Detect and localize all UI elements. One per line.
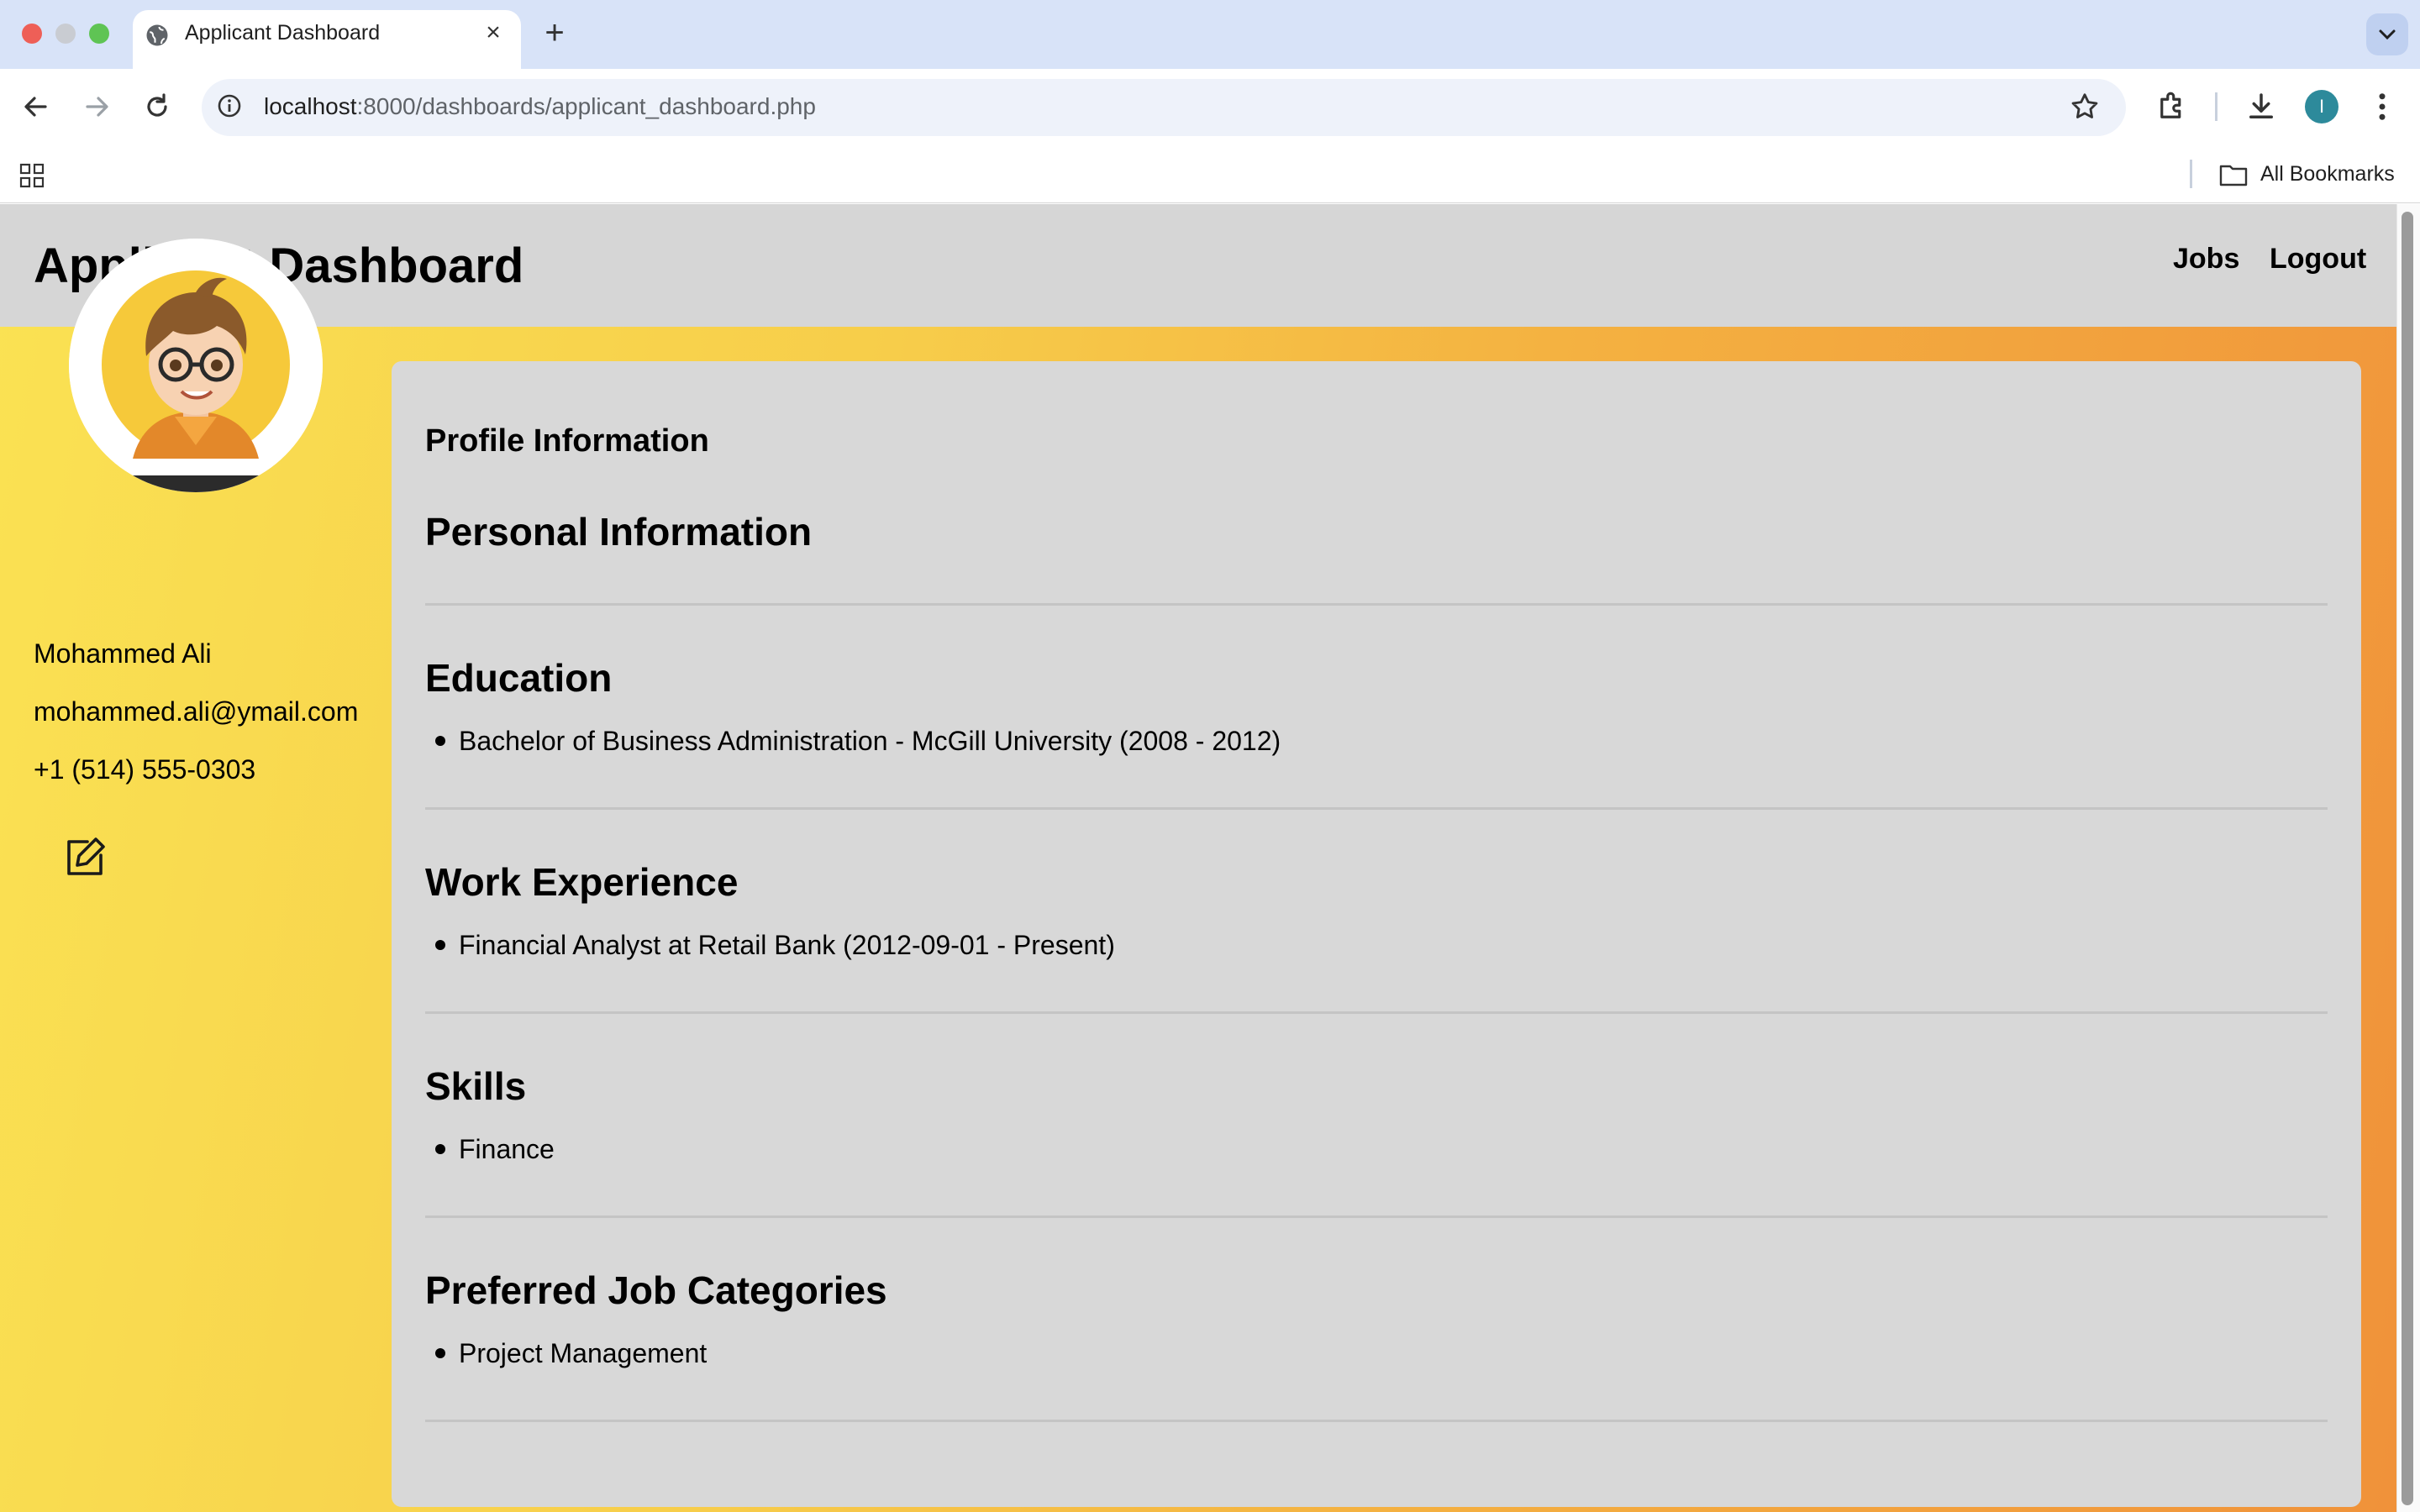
window-close-button[interactable] xyxy=(22,24,42,44)
toolbar-separator xyxy=(2215,92,2217,121)
url-text[interactable]: localhost:8000/dashboards/applicant_dash… xyxy=(264,93,816,120)
edit-icon[interactable] xyxy=(62,835,108,880)
globe-icon xyxy=(146,24,168,46)
section-divider xyxy=(425,1215,2328,1218)
profile-phone: +1 (514) 555-0303 xyxy=(34,754,256,785)
avatar xyxy=(69,239,323,492)
section-preferred-job-categories-title: Preferred Job Categories xyxy=(425,1268,887,1312)
list-bullet xyxy=(435,940,445,950)
window-zoom-button[interactable] xyxy=(89,24,109,44)
more-menu-icon[interactable] xyxy=(2365,89,2400,124)
bookmarks-bar xyxy=(0,144,2420,203)
new-tab-icon[interactable]: + xyxy=(538,16,571,50)
bookmarks-separator xyxy=(2190,160,2192,188)
tab-title: Applicant Dashboard xyxy=(185,21,381,45)
section-personal-information-title: Personal Information xyxy=(425,510,813,554)
section-divider xyxy=(425,1011,2328,1014)
scrollbar-thumb[interactable] xyxy=(2402,212,2413,1505)
chevron-down-icon xyxy=(2379,29,2396,40)
nav-logout-link[interactable]: Logout xyxy=(2270,243,2366,276)
forward-arrow-icon[interactable] xyxy=(77,87,116,126)
apps-grid-icon[interactable] xyxy=(18,162,45,189)
section-divider xyxy=(425,807,2328,810)
profile-avatar[interactable]: I xyxy=(2305,90,2338,123)
site-header: Applicant Dashboard Jobs Logout xyxy=(0,204,2396,327)
tab-close-icon[interactable]: × xyxy=(481,20,506,45)
education-item: Bachelor of Business Administration - Mc… xyxy=(459,726,1281,756)
section-divider xyxy=(425,1420,2328,1422)
all-bookmarks-link[interactable]: All Bookmarks xyxy=(2260,162,2395,186)
profile-information-heading: Profile Information xyxy=(425,423,709,459)
profile-email: mohammed.ali@ymail.com xyxy=(34,696,359,727)
skill-item: Finance xyxy=(459,1134,555,1164)
list-bullet xyxy=(435,736,445,746)
section-education-title: Education xyxy=(425,656,613,700)
back-arrow-icon[interactable] xyxy=(17,87,55,126)
list-bullet xyxy=(435,1348,445,1358)
nav-jobs-link[interactable]: Jobs xyxy=(2173,243,2239,276)
section-divider xyxy=(425,603,2328,606)
reload-icon[interactable] xyxy=(138,87,176,126)
profile-name: Mohammed Ali xyxy=(34,638,212,669)
list-bullet xyxy=(435,1144,445,1154)
url-path: :8000/dashboards/applicant_dashboard.php xyxy=(356,93,816,119)
tab-search-button[interactable] xyxy=(2366,13,2408,55)
site-info-icon[interactable] xyxy=(215,92,244,120)
folder-icon[interactable] xyxy=(2218,161,2249,188)
section-skills-title: Skills xyxy=(425,1064,527,1108)
work-experience-item: Financial Analyst at Retail Bank (2012-0… xyxy=(459,930,1115,960)
section-work-experience-title: Work Experience xyxy=(425,860,739,904)
extensions-icon[interactable] xyxy=(2154,89,2190,124)
url-host: localhost xyxy=(264,93,357,119)
job-category-item: Project Management xyxy=(459,1338,708,1368)
bookmark-star-icon[interactable] xyxy=(2069,91,2101,123)
download-icon[interactable] xyxy=(2244,89,2279,124)
window-minimize-button[interactable] xyxy=(55,24,76,44)
